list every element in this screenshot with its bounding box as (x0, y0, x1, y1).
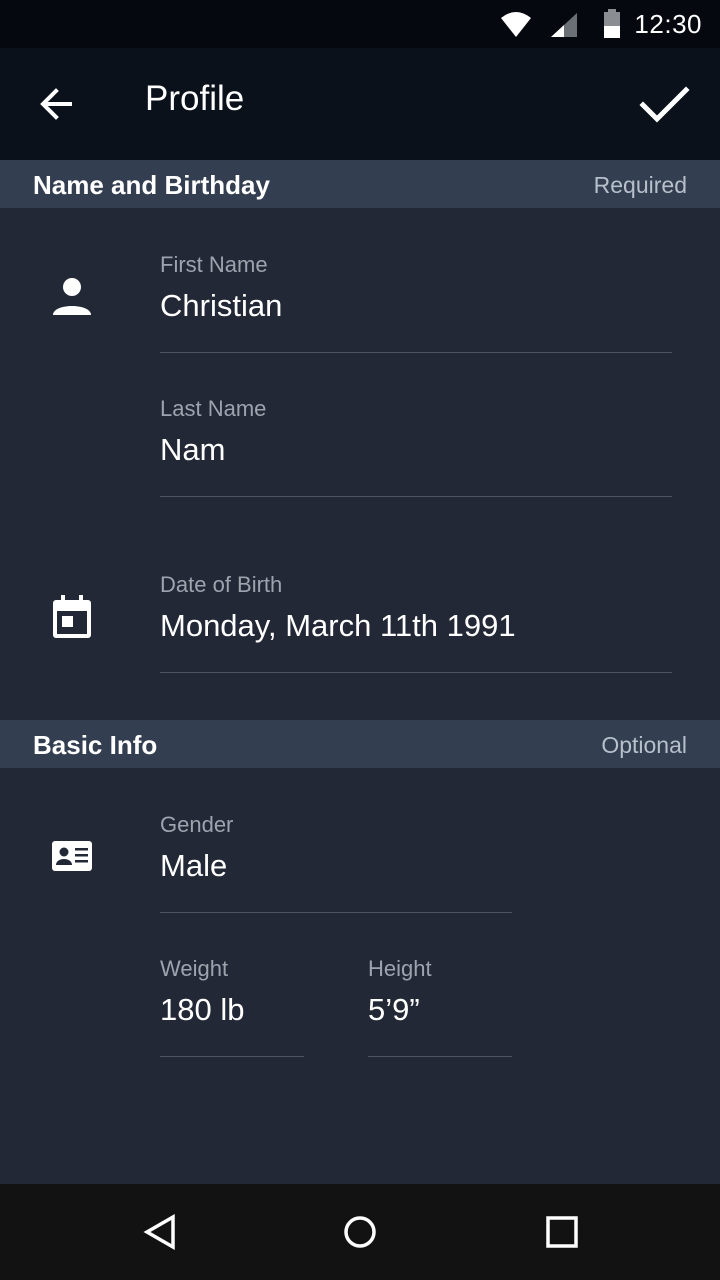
status-time: 12:30 (634, 9, 702, 39)
back-button[interactable] (28, 76, 84, 132)
last-name-field[interactable]: Last Name Nam (160, 396, 672, 497)
gender-field[interactable]: Gender Male (160, 812, 512, 913)
wifi-icon (501, 12, 531, 37)
status-bar: 12:30 (0, 0, 720, 48)
nav-recents-icon (546, 1216, 578, 1248)
height-field[interactable]: Height 5’9” (368, 956, 512, 1057)
battery-icon (604, 9, 620, 38)
last-name-label: Last Name (160, 396, 267, 421)
check-icon (639, 86, 690, 123)
first-name-field[interactable]: First Name Christian (160, 252, 672, 353)
weight-value: 180 lb (160, 992, 245, 1027)
nav-back-button[interactable] (136, 1208, 184, 1256)
nav-back-icon (143, 1213, 175, 1251)
nav-recents-button[interactable] (538, 1208, 586, 1256)
section-header-basic-info: Basic Info Optional (0, 720, 720, 768)
gender-label: Gender (160, 812, 234, 837)
weight-label: Weight (160, 956, 229, 981)
arrow-back-icon (40, 88, 72, 120)
date-of-birth-value: Monday, March 11th 1991 (160, 608, 516, 643)
first-name-value: Christian (160, 288, 283, 323)
required-tag: Required (593, 172, 687, 198)
nav-home-button[interactable] (336, 1208, 384, 1256)
first-name-label: First Name (160, 252, 268, 277)
profile-screen: 12:30 Profile Name and Birthday Required… (0, 0, 720, 1280)
section-title: Basic Info (33, 730, 158, 760)
gender-value: Male (160, 848, 228, 883)
app-bar: Profile (0, 48, 720, 160)
id-card-icon (52, 841, 92, 871)
height-label: Height (368, 956, 432, 981)
person-icon (53, 278, 91, 315)
weight-field[interactable]: Weight 180 lb (160, 956, 304, 1057)
section-title: Name and Birthday (33, 170, 270, 200)
date-of-birth-field[interactable]: Date of Birth Monday, March 11th 1991 (160, 572, 672, 673)
date-of-birth-label: Date of Birth (160, 572, 283, 597)
height-value: 5’9” (368, 992, 420, 1027)
nav-home-icon (344, 1216, 376, 1248)
navigation-bar (0, 1184, 720, 1280)
signal-icon (551, 13, 577, 37)
section-header-name-birthday: Name and Birthday Required (0, 160, 720, 208)
confirm-button[interactable] (636, 76, 692, 132)
calendar-icon (53, 595, 91, 638)
optional-tag: Optional (601, 732, 687, 758)
page-title: Profile (145, 79, 245, 118)
last-name-value: Nam (160, 432, 226, 467)
